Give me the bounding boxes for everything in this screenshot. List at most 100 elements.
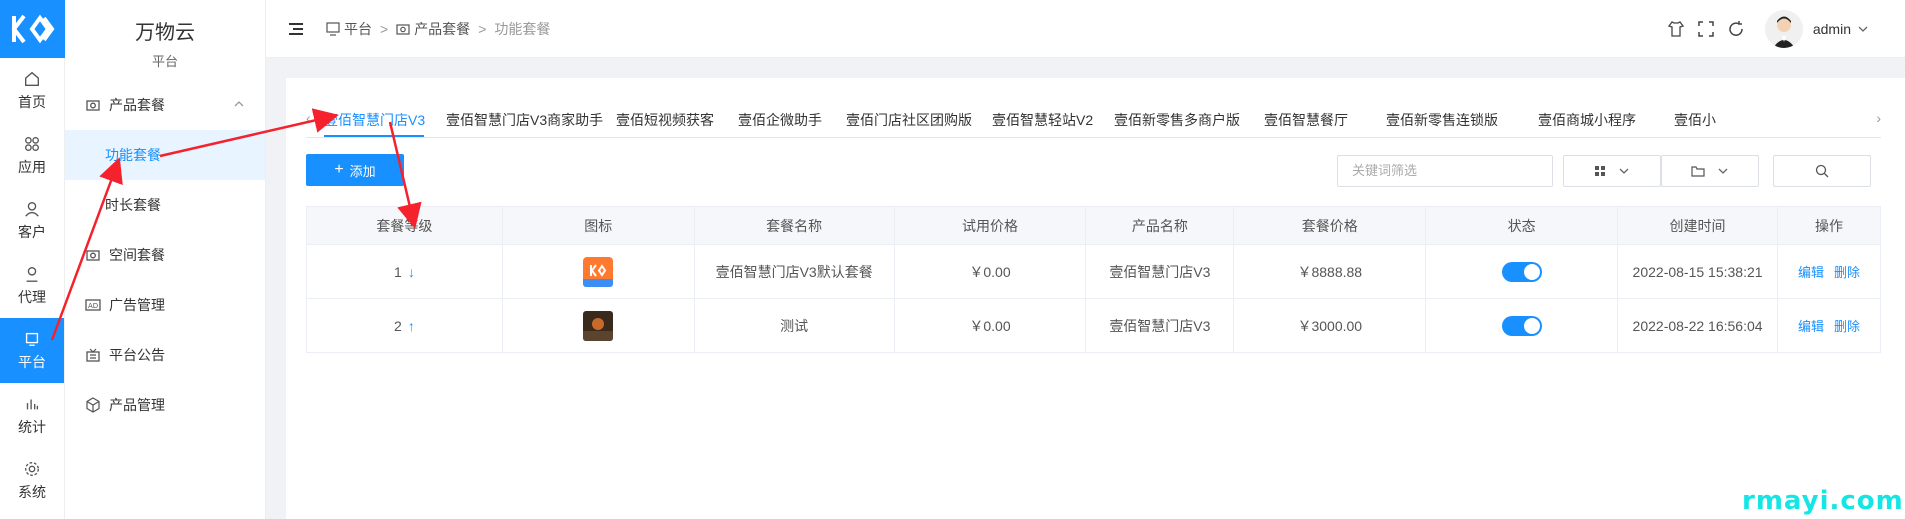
monitor-icon (25, 332, 39, 346)
status-toggle[interactable] (1501, 315, 1542, 336)
rail-item-label: 统计 (18, 418, 46, 435)
chevron-left-icon[interactable]: ‹ (306, 110, 311, 126)
ad-icon: AD (85, 299, 101, 311)
breadcrumb: 平台 > 产品套餐 > 功能套餐 (326, 19, 550, 39)
rail-item-system[interactable]: 系统 (0, 448, 64, 513)
breadcrumb-separator: > (478, 20, 487, 37)
breadcrumb-item[interactable]: 平台 (344, 19, 372, 39)
rail-item-stats[interactable]: 统计 (0, 383, 64, 448)
sidebar-item-label: 产品套餐 (109, 97, 165, 113)
rail-item-apps[interactable]: 应用 (0, 123, 64, 188)
tab-product[interactable]: 壹佰智慧轻站V2 (992, 110, 1093, 130)
breadcrumb-separator: > (380, 20, 389, 37)
column-header: 产品名称 (1085, 206, 1235, 245)
chevron-down-icon[interactable] (1857, 23, 1869, 35)
search-button[interactable] (1773, 155, 1871, 187)
table-row: 2 ↑ 测试 ￥0.00 壹佰智慧门店V3 ￥3000.00 2022-08-22… (306, 298, 1881, 353)
sidebar-item-label: 空间套餐 (109, 247, 165, 263)
brand-logo-icon (10, 14, 54, 44)
column-header: 操作 (1777, 206, 1881, 245)
tab-product[interactable]: 壹佰小 (1674, 110, 1716, 130)
rail-item-agents[interactable]: 代理 (0, 253, 64, 318)
tab-product[interactable]: 壹佰企微助手 (738, 110, 822, 130)
chevron-right-icon[interactable]: › (1872, 110, 1881, 126)
brand-subtitle: 平台 (151, 54, 178, 69)
top-header: 平台 > 产品套餐 > 功能套餐 admin (266, 0, 1905, 58)
sidebar-item-product-packages[interactable]: 产品套餐 (65, 80, 265, 130)
grid-icon (1595, 166, 1605, 176)
column-header[interactable]: 套餐等级 (306, 206, 503, 245)
trial-price-cell: ￥0.00 (893, 298, 1087, 353)
menu-toggle-icon[interactable] (288, 22, 304, 36)
sidebar-item-label: 广告管理 (109, 297, 165, 313)
sidebar-item-space-packages[interactable]: 空间套餐 (65, 230, 265, 280)
column-header: 套餐名称 (693, 206, 895, 245)
actions-cell: 编辑 删除 (1777, 244, 1881, 299)
tab-product[interactable]: 壹佰智慧餐厅 (1264, 110, 1348, 130)
tab-product[interactable]: 壹佰新零售连锁版 (1386, 110, 1498, 130)
sidebar-item-announcements[interactable]: 平台公告 (65, 330, 265, 380)
package-table: 套餐等级 图标 套餐名称 试用价格 产品名称 套餐价格 状态 创建时间 操作 1… (306, 206, 1881, 353)
icon-rail: 首页 应用 客户 代理 平台 统计 系统 (0, 0, 65, 519)
tab-product[interactable]: 壹佰智慧门店V3 (324, 110, 425, 130)
cube-icon (86, 397, 100, 413)
tab-product[interactable]: 壹佰智慧门店V3商家助手 (446, 110, 603, 130)
sidebar-item-duration-packages[interactable]: 时长套餐 (65, 180, 265, 230)
bar-chart-icon (26, 399, 39, 409)
agent-icon (26, 266, 38, 282)
sidebar-item-feature-packages[interactable]: 功能套餐 (65, 130, 265, 180)
monitor-icon (326, 21, 340, 36)
rail-item-label: 首页 (18, 93, 46, 110)
tab-product[interactable]: 壹佰新零售多商户版 (1114, 110, 1240, 130)
package-logo-icon (583, 256, 614, 287)
fullscreen-icon[interactable] (1697, 20, 1715, 38)
camera-icon (396, 23, 410, 35)
sidebar-item-ads[interactable]: AD 广告管理 (65, 280, 265, 330)
user-icon (25, 201, 39, 217)
sidebar-item-label: 时长套餐 (105, 197, 161, 213)
edit-button[interactable]: 编辑 (1798, 265, 1824, 280)
skin-icon[interactable] (1667, 20, 1685, 38)
rail-item-platform[interactable]: 平台 (0, 318, 64, 383)
rail-item-customers[interactable]: 客户 (0, 188, 64, 253)
avatar[interactable] (1764, 10, 1803, 48)
product-cell: 壹佰智慧门店V3 (1085, 298, 1235, 353)
sidebar-item-product-management[interactable]: 产品管理 (65, 380, 265, 430)
tab-product[interactable]: 壹佰门店社区团购版 (846, 110, 972, 130)
apps-icon (25, 136, 39, 151)
column-header: 创建时间 (1617, 206, 1778, 245)
delete-button[interactable]: 删除 (1834, 319, 1860, 334)
delete-button[interactable]: 删除 (1834, 265, 1860, 280)
home-icon (25, 71, 39, 86)
chevron-down-icon (1619, 168, 1629, 174)
folder-icon (1691, 166, 1705, 177)
refresh-icon[interactable] (1727, 20, 1745, 38)
sort-up-icon[interactable]: ↑ (408, 318, 415, 334)
column-header: 图标 (501, 206, 695, 245)
rail-item-label: 代理 (18, 288, 46, 305)
name-cell: 测试 (693, 298, 895, 353)
logo (0, 0, 65, 58)
tab-product[interactable]: 壹佰短视频获客 (616, 110, 714, 130)
breadcrumb-item[interactable]: 产品套餐 (414, 19, 470, 39)
status-toggle[interactable] (1501, 261, 1542, 282)
sort-down-icon[interactable]: ↓ (408, 264, 415, 280)
grid-view-dropdown[interactable] (1563, 155, 1661, 187)
column-header: 套餐价格 (1233, 206, 1427, 245)
sidebar-brand: 万物云 平台 (65, 0, 265, 72)
edit-button[interactable]: 编辑 (1798, 319, 1824, 334)
status-cell (1425, 244, 1619, 299)
search-input[interactable]: 关键词筛选 (1337, 155, 1553, 187)
created-cell: 2022-08-22 16:56:04 (1617, 298, 1778, 353)
level-cell: 1 ↓ (306, 244, 503, 299)
folder-dropdown[interactable] (1661, 155, 1759, 187)
status-cell (1425, 298, 1619, 353)
tab-product[interactable]: 壹佰商城小程序 (1538, 110, 1636, 130)
username[interactable]: admin (1813, 21, 1851, 37)
plus-icon: + (334, 161, 344, 178)
gear-icon (25, 461, 39, 476)
rail-item-home[interactable]: 首页 (0, 58, 64, 123)
add-button[interactable]: + 添加 (306, 154, 404, 186)
sidebar-item-label: 平台公告 (109, 347, 165, 363)
notice-icon (86, 348, 100, 362)
